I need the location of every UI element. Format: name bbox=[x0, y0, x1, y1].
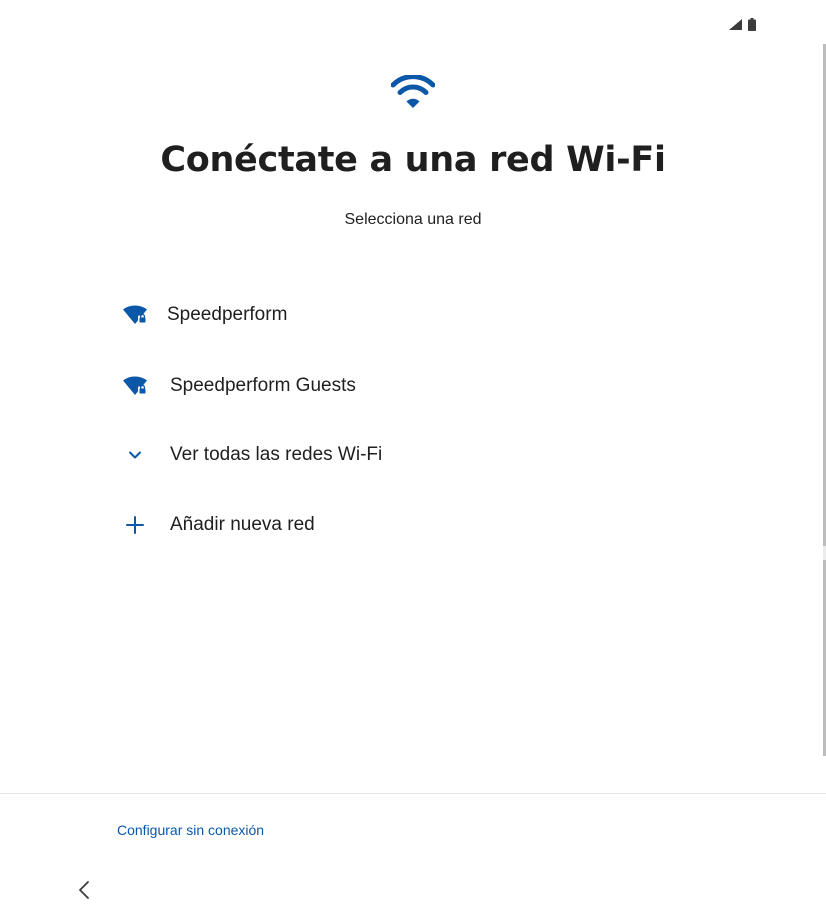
back-button[interactable] bbox=[70, 877, 98, 907]
page-title: Conéctate a una red Wi-Fi bbox=[160, 140, 666, 180]
signal-icon bbox=[729, 18, 742, 30]
plus-icon bbox=[120, 513, 150, 537]
wifi-locked-icon bbox=[120, 374, 150, 398]
network-name: Speedperform bbox=[167, 304, 288, 325]
setup-offline-link[interactable]: Configurar sin conexión bbox=[117, 822, 264, 838]
add-network-button[interactable]: Añadir nueva red bbox=[110, 495, 710, 555]
wifi-setup-screen: Conéctate a una red Wi-Fi Selecciona una… bbox=[0, 0, 826, 919]
network-name: Speedperform Guests bbox=[170, 375, 356, 396]
footer-divider bbox=[0, 793, 826, 794]
page-subtitle: Selecciona una red bbox=[344, 211, 482, 228]
network-item-speedperform-guests[interactable]: Speedperform Guests bbox=[110, 356, 710, 416]
status-bar bbox=[729, 16, 756, 32]
add-network-label: Añadir nueva red bbox=[170, 514, 315, 535]
back-chevron-icon bbox=[78, 880, 90, 905]
network-item-speedperform[interactable]: Speedperform bbox=[110, 285, 710, 345]
see-all-networks-label: Ver todas las redes Wi-Fi bbox=[170, 444, 383, 465]
wifi-icon bbox=[390, 74, 436, 109]
wifi-locked-icon bbox=[120, 303, 150, 327]
chevron-down-icon bbox=[120, 443, 150, 467]
see-all-networks-button[interactable]: Ver todas las redes Wi-Fi bbox=[110, 425, 710, 485]
battery-icon bbox=[748, 17, 756, 31]
